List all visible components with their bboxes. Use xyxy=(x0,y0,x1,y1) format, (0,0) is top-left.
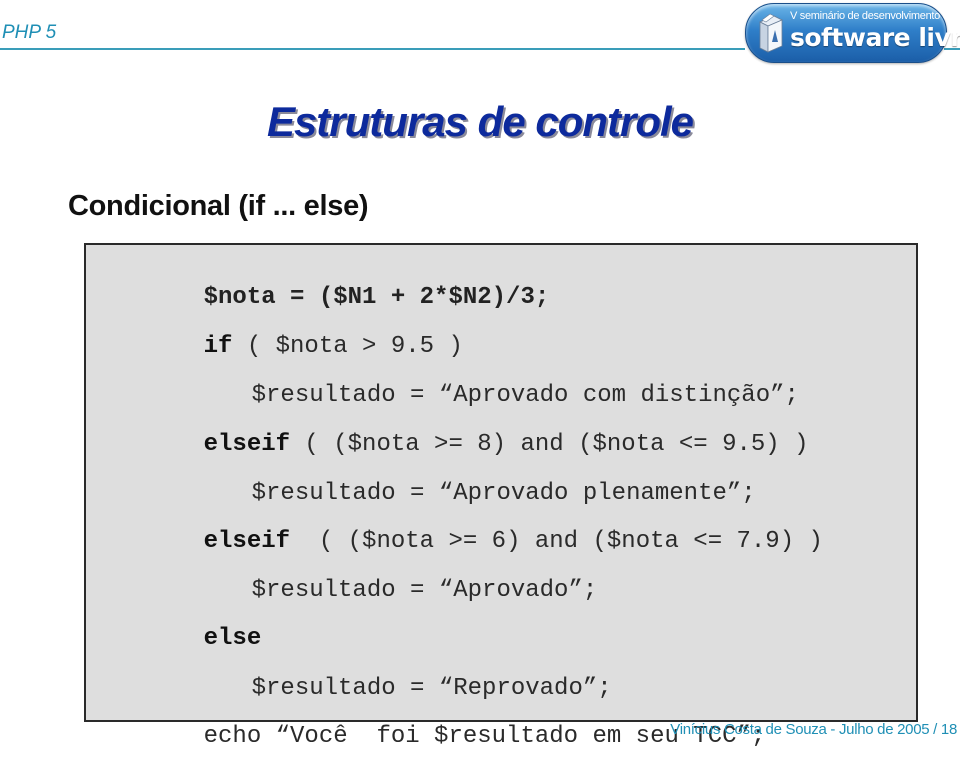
footer-credit: Vinícius Costa de Souza - Julho de 2005 … xyxy=(670,721,957,738)
logo-title: software livre xyxy=(790,23,960,52)
header-divider xyxy=(0,48,745,50)
code-text: $resultado = “Aprovado”; xyxy=(251,577,598,604)
event-logo: V seminário de desenvolvimento em softwa… xyxy=(745,3,960,63)
header-label: PHP 5 xyxy=(2,22,57,43)
code-block: $nota = ($N1 + 2*$N2)/3; if ( $nota > 9.… xyxy=(84,243,918,750)
logo-subtitle: V seminário de desenvolvimento em xyxy=(790,10,958,22)
slide-title: Estruturas de controle xyxy=(266,98,694,145)
section-heading: Condicional (if ... else) xyxy=(68,190,369,222)
software-box-icon xyxy=(759,13,783,53)
